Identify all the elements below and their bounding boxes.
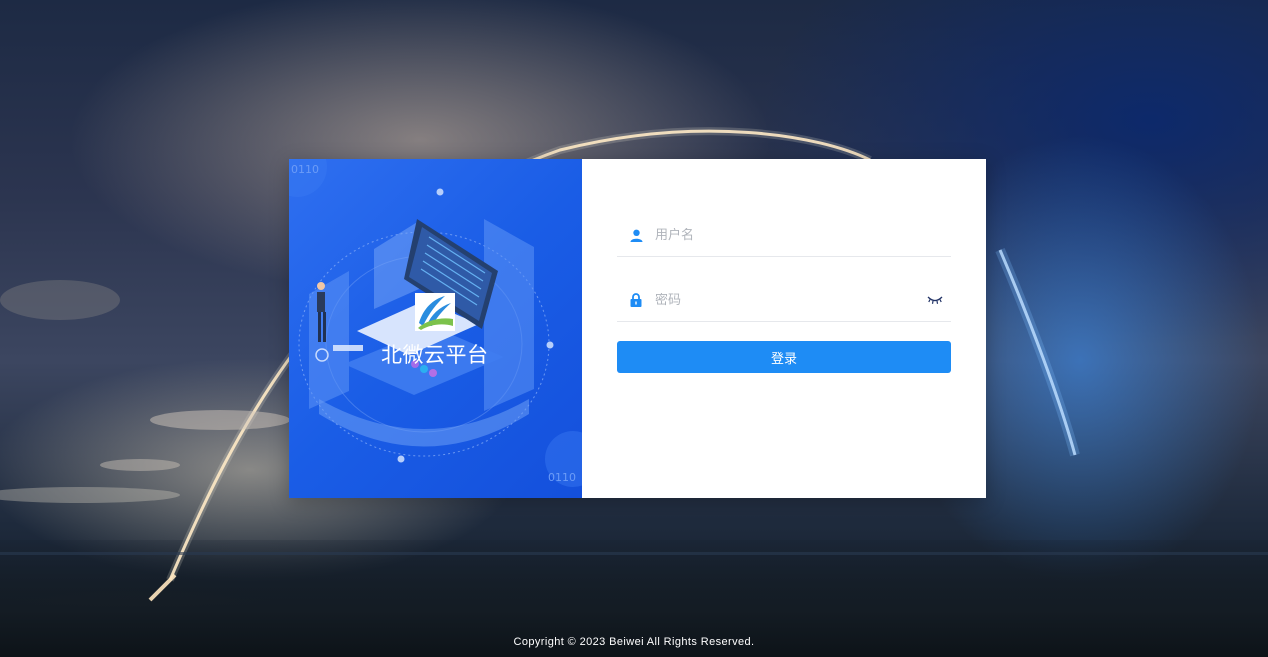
password-input[interactable] xyxy=(655,292,905,308)
login-button[interactable]: 登录 xyxy=(617,341,951,373)
user-icon xyxy=(629,228,643,242)
username-field xyxy=(617,214,951,257)
login-card: 0110 0110 北微云平台 用户名 登录 xyxy=(289,159,986,498)
username-input[interactable] xyxy=(655,227,905,243)
brand-panel: 0110 0110 北微云平台 xyxy=(289,159,582,498)
brand-logo-icon xyxy=(415,293,455,331)
login-form-panel: 登录 xyxy=(582,159,986,498)
copyright-text: Copyright © 2023 Beiwei All Rights Reser… xyxy=(513,636,755,648)
eye-closed-icon[interactable] xyxy=(927,293,943,307)
brand-name: 北微云平台 xyxy=(381,343,489,367)
password-field xyxy=(617,279,951,322)
binary-text-bottom: 0110 xyxy=(548,471,576,484)
lock-icon xyxy=(629,293,643,307)
binary-text-top: 0110 xyxy=(291,163,319,176)
